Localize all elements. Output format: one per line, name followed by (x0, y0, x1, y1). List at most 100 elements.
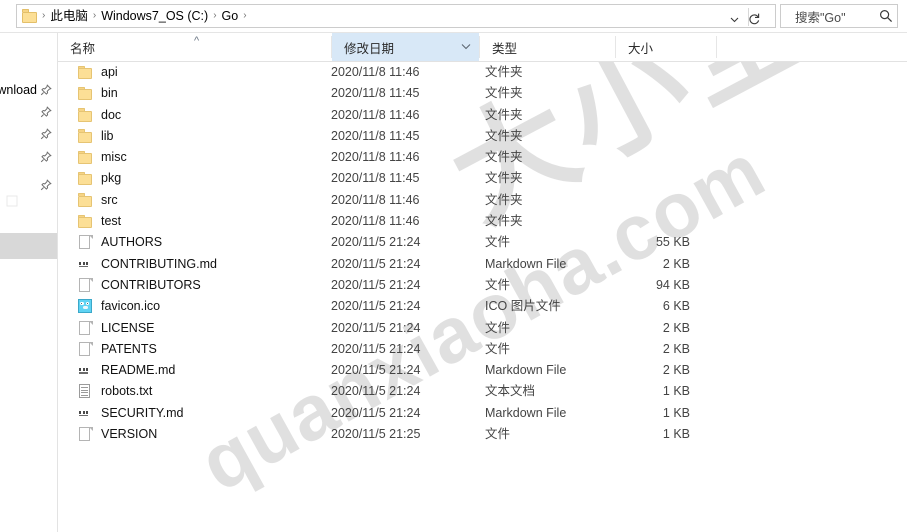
column-header-size[interactable]: 大小 (616, 33, 716, 61)
file-name-cell[interactable]: PATENTS (78, 339, 328, 360)
file-date-cell: 2020/11/5 21:24 (331, 320, 421, 335)
table-row[interactable]: README.md 2020/11/5 21:24 Markdown File 2 K… (58, 360, 907, 381)
table-row[interactable]: VERSION 2020/11/5 21:25 文件 1 KB (58, 424, 907, 445)
file-date-cell: 2020/11/5 21:24 (331, 363, 421, 378)
pin-icon[interactable] (40, 105, 53, 119)
file-date-cell: 2020/11/5 21:24 (331, 405, 421, 420)
pin-glyph (40, 105, 52, 117)
file-name-cell[interactable]: robots.txt (78, 381, 328, 402)
file-name-cell[interactable]: VERSION (78, 424, 328, 445)
table-row[interactable]: CONTRIBUTING.md 2020/11/5 21:24 Markdown F… (58, 254, 907, 275)
table-row[interactable]: doc 2020/11/8 11:46 文件夹 (58, 105, 907, 126)
file-type-cell: 文本文档 (485, 384, 536, 399)
path-breadcrumb-box[interactable]: › 此电脑 › Windows7_OS (C:) › Go › (16, 4, 776, 28)
file-type-cell: 文件夹 (485, 150, 523, 165)
file-name-cell[interactable]: api (78, 62, 328, 83)
file-date-cell: 2020/11/8 11:45 (331, 86, 420, 101)
column-header-size-label: 大小 (628, 41, 654, 56)
file-name-cell[interactable]: test (78, 211, 328, 232)
column-header-date-modified[interactable]: 修改日期 (332, 33, 479, 61)
file-name-cell[interactable]: bin (78, 83, 328, 104)
file-type-cell: 文件 (485, 427, 511, 442)
chevron-down-icon (461, 42, 471, 52)
file-name-cell[interactable]: pkg (78, 168, 328, 189)
file-date-cell: 2020/11/8 11:45 (331, 128, 420, 143)
file-size-cell (598, 190, 690, 211)
pin-icon[interactable] (40, 83, 53, 97)
table-row[interactable]: api 2020/11/8 11:46 文件夹 (58, 62, 907, 83)
table-row[interactable]: pkg 2020/11/8 11:45 文件夹 (58, 168, 907, 189)
file-date-cell: 2020/11/8 11:45 (331, 171, 420, 186)
table-row[interactable]: AUTHORS 2020/11/5 21:24 文件 55 KB (58, 232, 907, 253)
refresh-glyph (749, 13, 760, 25)
file-type-cell: 文件夹 (485, 65, 523, 79)
pin-icon[interactable] (40, 127, 53, 141)
sidebar-item-4[interactable] (37, 147, 53, 167)
table-row[interactable]: bin 2020/11/8 11:45 文件夹 (58, 83, 907, 104)
file-size-cell: 1 KB (662, 427, 690, 442)
sidebar-scrollbar-thumb[interactable] (0, 233, 57, 259)
table-row[interactable]: SECURITY.md 2020/11/5 21:24 Markdown File 1… (58, 403, 907, 424)
file-name-cell[interactable]: CONTRIBUTING.md (78, 254, 328, 275)
file-size-cell: 55 KB (655, 235, 690, 250)
file-type-cell: ICO 图片文件 (485, 299, 561, 314)
file-type-cell: 文件夹 (485, 214, 523, 229)
pin-glyph (40, 178, 52, 190)
sidebar-item-2[interactable] (37, 102, 53, 122)
table-row[interactable]: favicon.ico 2020/11/5 21:24 ICO 图片文件 6 KB (58, 296, 907, 317)
file-date-cell: 2020/11/8 11:46 (331, 107, 420, 122)
file-name-cell[interactable]: src (78, 190, 328, 211)
search-input[interactable]: 搜索"Go" (781, 7, 875, 26)
table-row[interactable]: test 2020/11/8 11:46 文件夹 (58, 211, 907, 232)
file-size-cell: 2 KB (662, 256, 690, 271)
file-type-cell: 文件夹 (485, 86, 523, 101)
file-type-cell: Markdown File (485, 363, 567, 378)
table-row[interactable]: LICENSE 2020/11/5 21:24 文件 2 KB (58, 318, 907, 339)
search-box[interactable]: 搜索"Go" (780, 4, 898, 28)
refresh-icon[interactable] (745, 12, 763, 30)
navigation-sidebar: wnload (0, 32, 58, 532)
file-name-cell[interactable]: LICENSE (78, 318, 328, 339)
file-name-cell[interactable]: lib (78, 126, 328, 147)
file-name-cell[interactable]: misc (78, 147, 328, 168)
table-row[interactable]: robots.txt 2020/11/5 21:24 文本文档 1 KB (58, 381, 907, 402)
table-row[interactable]: CONTRIBUTORS 2020/11/5 21:24 文件 94 KB (58, 275, 907, 296)
file-name-cell[interactable]: README.md (78, 360, 328, 381)
file-type-cell: 文件夹 (485, 128, 523, 143)
file-date-cell: 2020/11/8 11:46 (331, 214, 420, 229)
file-name-cell[interactable]: AUTHORS (78, 232, 328, 253)
breadcrumb-item-1[interactable]: Windows7_OS (C:) (97, 5, 212, 27)
breadcrumb-item-0[interactable]: 此电脑 (46, 5, 92, 27)
file-size-cell (598, 83, 690, 104)
file-date-cell: 2020/11/5 21:24 (331, 256, 421, 271)
search-icon[interactable] (875, 5, 897, 27)
breadcrumb-item-2[interactable]: Go (218, 5, 243, 27)
file-size-cell: 1 KB (662, 384, 690, 399)
table-row[interactable]: misc 2020/11/8 11:46 文件夹 (58, 147, 907, 168)
file-date-cell: 2020/11/8 11:46 (331, 192, 420, 207)
column-header-type[interactable]: 类型 (480, 33, 615, 61)
table-row[interactable]: lib 2020/11/8 11:45 文件夹 (58, 126, 907, 147)
file-date-cell: 2020/11/8 11:46 (331, 65, 420, 79)
chevron-down-icon[interactable] (727, 14, 741, 28)
file-name-cell[interactable]: doc (78, 105, 328, 126)
file-name-cell[interactable]: CONTRIBUTORS (78, 275, 328, 296)
file-size-cell: 6 KB (662, 299, 690, 314)
sidebar-item-downloads[interactable]: wnload (0, 80, 53, 100)
file-list: api 2020/11/8 11:46 文件夹 bin 2020/11/8 11:45 文… (58, 62, 907, 532)
table-row[interactable]: src 2020/11/8 11:46 文件夹 (58, 190, 907, 211)
file-type-cell: 文件夹 (485, 171, 523, 186)
file-name-cell[interactable]: SECURITY.md (78, 403, 328, 424)
sidebar-item-5[interactable] (37, 175, 53, 195)
file-size-cell: 2 KB (662, 341, 690, 356)
table-row[interactable]: PATENTS 2020/11/5 21:24 文件 2 KB (58, 339, 907, 360)
file-name-cell[interactable]: favicon.ico (78, 296, 328, 317)
file-date-cell: 2020/11/5 21:25 (331, 427, 421, 442)
sidebar-item-3[interactable] (37, 124, 53, 144)
pin-icon[interactable] (40, 178, 53, 192)
pin-icon[interactable] (40, 150, 53, 164)
column-divider-4[interactable] (716, 36, 717, 58)
faint-glyph (6, 195, 18, 207)
file-size-cell: 94 KB (655, 277, 690, 292)
column-header-name[interactable]: 名称 ^ (58, 33, 331, 61)
